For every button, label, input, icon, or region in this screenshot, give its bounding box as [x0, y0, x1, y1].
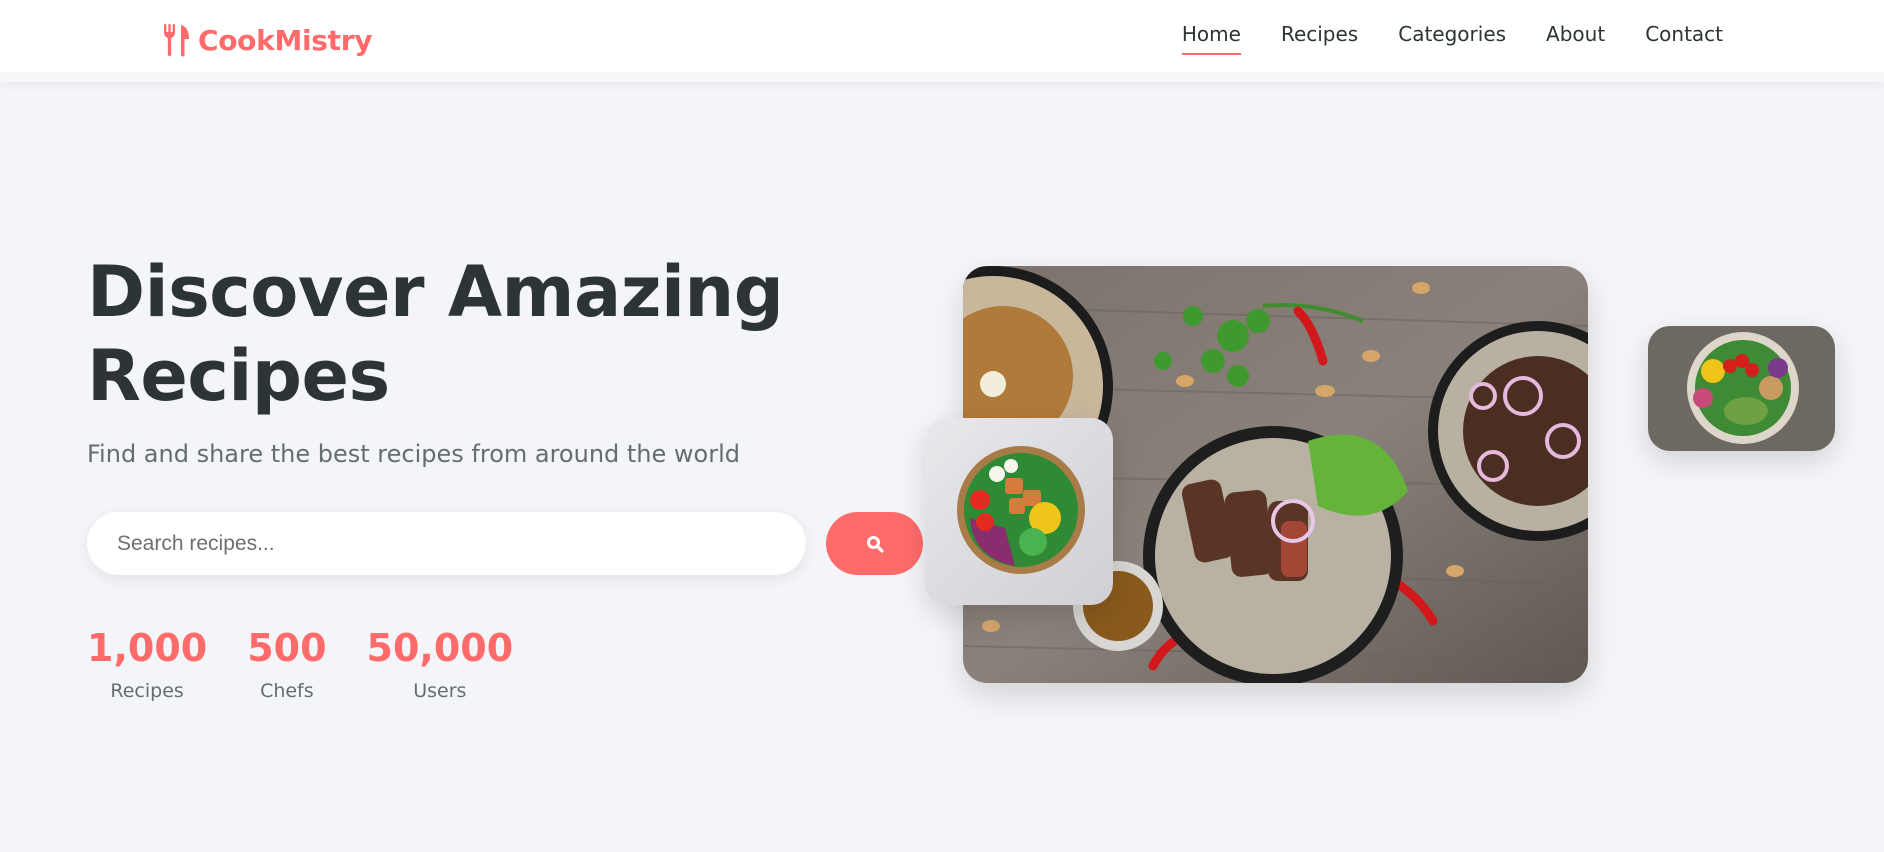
stat-value: 1,000 [87, 626, 208, 670]
stat-value: 50,000 [366, 626, 514, 670]
nav-categories[interactable]: Categories [1398, 22, 1506, 52]
hero-title-line2: Recipes [87, 335, 390, 417]
stat-recipes: 1,000 Recipes [87, 626, 207, 702]
search-input[interactable] [87, 512, 806, 575]
main-nav: Home Recipes Categories About Contact [1142, 22, 1723, 55]
navbar: CookMistry Home Recipes Categories About… [0, 0, 1884, 82]
hero-subtitle: Find and share the best recipes from aro… [87, 440, 740, 468]
stat-label: Recipes [110, 680, 184, 702]
utensils-icon [164, 24, 189, 57]
stat-value: 500 [247, 626, 327, 670]
brand-name: CookMistry [198, 23, 373, 57]
brand-logo[interactable]: CookMistry [162, 20, 373, 60]
search-icon [866, 535, 884, 553]
search-button[interactable] [826, 512, 923, 575]
stat-chefs: 500 Chefs [247, 626, 326, 702]
hero-title-line1: Discover Amazing [87, 251, 784, 333]
stat-users: 50,000 Users [367, 626, 514, 702]
nav-about[interactable]: About [1546, 22, 1605, 52]
stats-row: 1,000 Recipes 500 Chefs 50,000 Users [87, 626, 553, 702]
stat-label: Chefs [260, 680, 314, 702]
stat-label: Users [413, 680, 467, 702]
nav-recipes[interactable]: Recipes [1281, 22, 1358, 52]
hero-title: Discover Amazing Recipes [87, 250, 807, 418]
salad-bowl-photo [925, 418, 1113, 605]
buddha-bowl-photo [1648, 326, 1835, 451]
nav-contact[interactable]: Contact [1645, 22, 1723, 52]
nav-home[interactable]: Home [1181, 22, 1242, 55]
